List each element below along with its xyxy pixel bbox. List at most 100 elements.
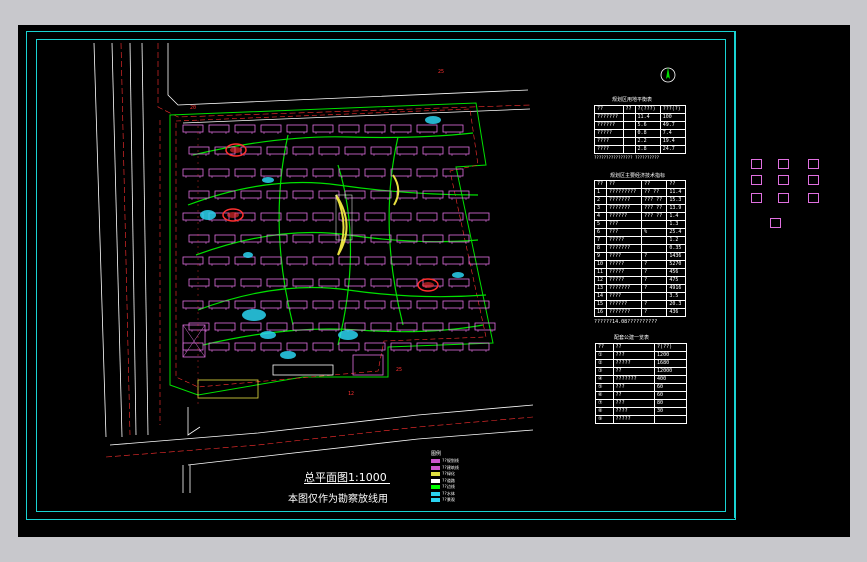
legend-swatch xyxy=(431,491,440,496)
legend-swatch xyxy=(431,498,440,502)
road-axis xyxy=(157,43,531,118)
table-cell: 7 xyxy=(593,236,608,245)
legend-label: ??水体 xyxy=(442,490,455,496)
water-feature xyxy=(200,210,216,220)
road-edge xyxy=(141,42,149,436)
residential-building xyxy=(416,256,438,265)
cad-drawing-canvas[interactable]: 25 20 12 25 总平面图1:1000 本图仅作为勘察放线用 图例 ??规划线?… xyxy=(18,25,850,537)
table-cell: ④ xyxy=(595,375,614,384)
road-axis xyxy=(105,416,534,458)
table-cell: 100 xyxy=(659,113,687,122)
table-cell: ?? xyxy=(612,367,656,376)
table-2-title: 规划区主要经济技术指标 xyxy=(610,173,666,179)
table-cell: ?????? xyxy=(606,212,643,221)
table-cell: 1680 xyxy=(654,359,687,368)
table-cell: ?????? xyxy=(606,300,643,309)
residential-building xyxy=(344,146,366,155)
table-cell xyxy=(622,145,636,154)
residential-building xyxy=(312,168,334,177)
table-cell: 1.3 xyxy=(666,220,686,229)
residential-building xyxy=(188,278,210,287)
table-cell: 12000 xyxy=(654,367,687,376)
table-cell: 30 xyxy=(654,407,687,416)
residential-building xyxy=(312,256,334,265)
residential-building xyxy=(240,190,262,199)
table-cell: 25.4 xyxy=(666,228,686,237)
house-icon[interactable] xyxy=(778,159,789,169)
residential-building xyxy=(188,146,210,155)
residential-building xyxy=(396,278,418,287)
table-cell: ??????? xyxy=(612,375,656,384)
table-cell: ???? xyxy=(594,137,624,146)
legend-label: ??道路 xyxy=(442,477,455,483)
table-cell: 13 xyxy=(593,284,608,293)
plaza-arc xyxy=(392,174,400,206)
house-icon[interactable] xyxy=(808,159,819,169)
residential-building xyxy=(234,342,256,351)
residential-building xyxy=(422,146,444,155)
road-edge xyxy=(129,42,137,436)
table-row: ①??? 1200 xyxy=(595,351,687,360)
residential-building xyxy=(442,256,464,265)
residential-building xyxy=(416,300,438,309)
legend-item: ??水体 xyxy=(431,491,455,497)
residential-building xyxy=(260,124,282,133)
table-cell xyxy=(622,113,636,122)
house-icon[interactable] xyxy=(751,193,762,203)
residential-building xyxy=(416,212,438,221)
house-icon[interactable] xyxy=(751,175,762,185)
residential-building xyxy=(188,322,210,331)
residential-building xyxy=(286,124,308,133)
internal-road xyxy=(278,134,294,326)
road-label: 25 xyxy=(438,69,444,75)
table-row: 8??????? 0.35 xyxy=(593,244,686,253)
residential-building xyxy=(338,300,360,309)
table-cell: % xyxy=(641,228,668,237)
table-row: ???? ?(??) xyxy=(595,343,687,352)
road-edge xyxy=(93,42,107,438)
table-cell: ? xyxy=(641,276,668,285)
table-row: 10?????? 5270 xyxy=(593,260,686,269)
residential-building xyxy=(182,124,204,133)
table-cell: 11.4 xyxy=(666,188,686,197)
table-cell: ??????? xyxy=(594,113,624,122)
legend-label: ??景观 xyxy=(442,497,455,502)
economic-index-table: ???????? 1??????????? ?? 11.4 2?????????? ?… xyxy=(593,180,686,317)
table-cell: 400 xyxy=(654,375,687,384)
table-cell: 60 xyxy=(654,383,687,392)
table-cell: 436 xyxy=(666,308,686,317)
house-icon[interactable] xyxy=(778,193,789,203)
legend-label: ??边线 xyxy=(442,484,455,489)
house-icon[interactable] xyxy=(808,175,819,185)
residential-building xyxy=(364,256,386,265)
table-cell: ?? ?? xyxy=(641,188,668,197)
house-icon[interactable] xyxy=(770,218,781,228)
residential-building xyxy=(364,342,386,351)
table-1-title: 规划区用地平衡表 xyxy=(612,97,653,103)
table-cell: 24.7 xyxy=(659,145,687,154)
table-cell: ???? xyxy=(606,292,643,301)
residential-building xyxy=(182,342,204,351)
table-cell: 6 xyxy=(593,228,608,237)
residential-building xyxy=(442,168,464,177)
facility-marker-fill xyxy=(230,147,242,153)
legend-swatch xyxy=(431,465,440,470)
table-cell: ⑤ xyxy=(595,383,614,392)
residential-building xyxy=(390,300,412,309)
legend-item: ??边线 xyxy=(431,484,455,490)
house-icon[interactable] xyxy=(808,193,819,203)
table-cell: ② xyxy=(595,359,614,368)
residential-building xyxy=(208,168,230,177)
table-row: 13???????? 4916 xyxy=(593,284,686,293)
residential-building xyxy=(208,256,230,265)
table-cell: 4 xyxy=(593,212,608,221)
residential-building xyxy=(390,212,412,221)
table-row: ??????? 11.4 100 xyxy=(594,113,687,122)
house-icon[interactable] xyxy=(778,175,789,185)
house-icon[interactable] xyxy=(751,159,762,169)
residential-building xyxy=(240,322,262,331)
residential-building xyxy=(286,168,308,177)
legend-label: ??规划线 xyxy=(442,458,459,463)
table-cell: 20.3 xyxy=(666,300,686,309)
table-row: ④??????? 400 xyxy=(595,375,687,384)
